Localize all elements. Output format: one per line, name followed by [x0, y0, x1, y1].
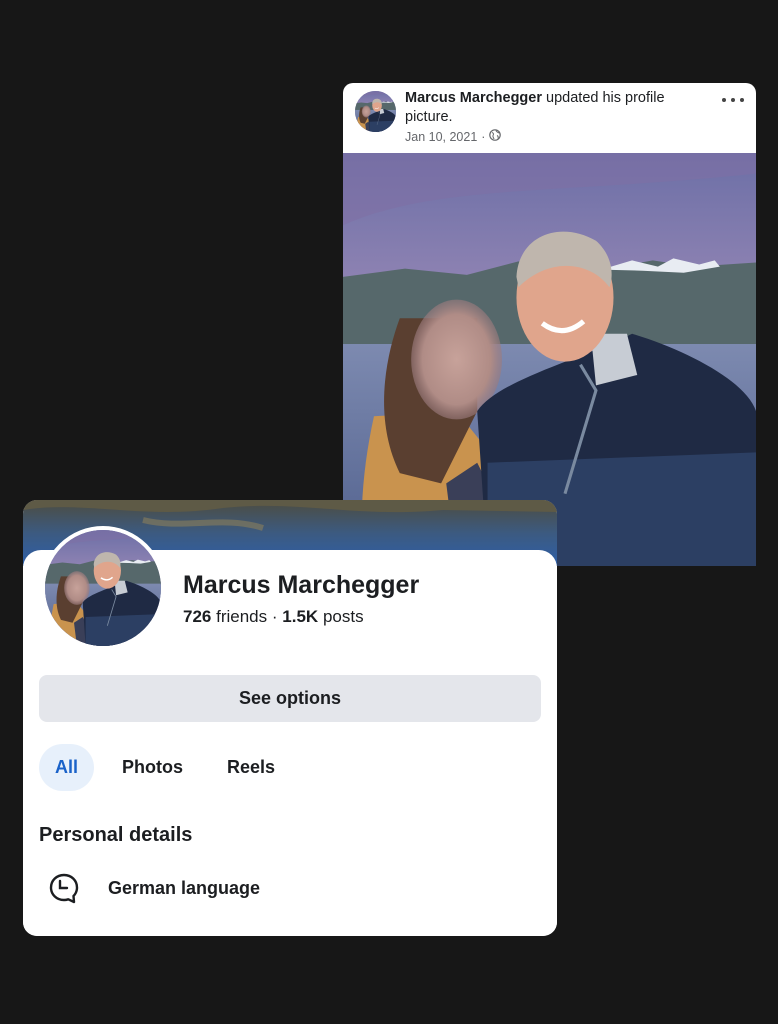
post-meta: Jan 10, 2021 · — [405, 129, 716, 144]
tab-all[interactable]: All — [39, 744, 95, 791]
friends-count[interactable]: 726 — [183, 607, 211, 626]
posts-count: 1.5K — [282, 607, 319, 626]
profile-avatar[interactable] — [41, 526, 165, 650]
posts-label: posts — [322, 607, 364, 626]
globe-icon — [489, 129, 502, 144]
profile-picture-post: Marcus Marchegger updated his profile pi… — [343, 83, 756, 566]
tab-reels[interactable]: Reels — [211, 744, 291, 791]
profile-tabs: All Photos Reels — [39, 744, 303, 791]
post-title: Marcus Marchegger updated his profile pi… — [405, 89, 716, 127]
profile-stats: 726 friends · 1.5K posts — [183, 607, 364, 627]
ellipsis-icon[interactable] — [722, 93, 744, 107]
post-author-avatar[interactable] — [355, 91, 396, 132]
post-header: Marcus Marchegger updated his profile pi… — [343, 83, 756, 153]
meta-separator: · — [481, 129, 486, 144]
see-options-button[interactable]: See options — [39, 675, 541, 722]
post-author-name[interactable]: Marcus Marchegger — [405, 90, 542, 106]
personal-details-heading: Personal details — [39, 824, 193, 846]
tab-photos[interactable]: Photos — [106, 744, 199, 791]
profile-name: Marcus Marchegger — [183, 571, 420, 599]
friends-label[interactable]: friends — [216, 607, 267, 626]
profile-card: Marcus Marchegger 726 friends · 1.5K pos… — [23, 500, 557, 936]
stats-separator: · — [271, 607, 278, 626]
speech-bubble-clock-icon — [47, 871, 81, 905]
detail-language: German language — [47, 870, 260, 906]
detail-label: German language — [108, 877, 261, 898]
post-date[interactable]: Jan 10, 2021 — [405, 130, 477, 144]
